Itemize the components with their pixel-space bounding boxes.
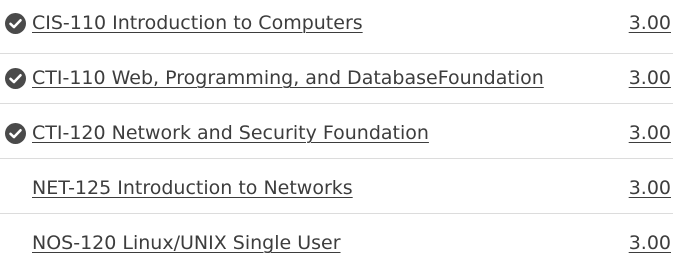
course-credits[interactable]: 3.00 (629, 11, 671, 35)
check-circle-icon (5, 123, 26, 144)
course-credits[interactable]: 3.00 (629, 121, 671, 145)
course-credits[interactable]: 3.00 (629, 66, 671, 90)
course-row: NET-125 Introduction to Networks 3.00 (0, 160, 673, 214)
row-divider (0, 103, 673, 104)
course-link[interactable]: NOS-120 Linux/UNIX Single User (32, 231, 341, 254)
check-circle-icon (5, 68, 26, 89)
course-row: CTI-110 Web, Programming, and DatabaseFo… (0, 50, 673, 104)
course-link[interactable]: CIS-110 Introduction to Computers (32, 11, 363, 35)
course-list: CIS-110 Introduction to Computers 3.00 C… (0, 0, 673, 254)
row-divider (0, 213, 673, 214)
row-divider (0, 158, 673, 159)
check-circle-icon (5, 13, 26, 34)
course-link[interactable]: NET-125 Introduction to Networks (32, 176, 353, 200)
course-link[interactable]: CTI-120 Network and Security Foundation (32, 121, 429, 145)
course-credits[interactable]: 3.00 (629, 231, 671, 254)
course-row: CTI-120 Network and Security Foundation … (0, 105, 673, 159)
course-row: CIS-110 Introduction to Computers 3.00 (0, 0, 673, 54)
course-credits[interactable]: 3.00 (629, 176, 671, 200)
course-row: NOS-120 Linux/UNIX Single User 3.00 (0, 215, 673, 254)
course-link[interactable]: CTI-110 Web, Programming, and DatabaseFo… (32, 66, 544, 90)
